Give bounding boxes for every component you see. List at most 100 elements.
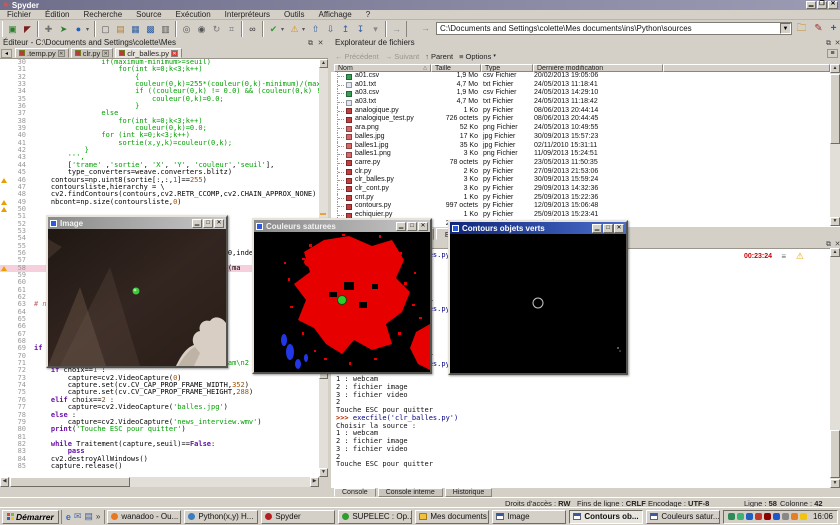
- minimize-icon[interactable]: ▁: [396, 222, 406, 231]
- scrollbar-thumb[interactable]: [830, 430, 840, 478]
- taskbar-button-couleurssatur[interactable]: Couleurs satur...: [646, 510, 720, 524]
- file-row-balles1.png[interactable]: balles1.png3 Kopng Fichier11/09/2013 15:…: [331, 150, 830, 159]
- tray-messenger-icon[interactable]: [773, 513, 780, 520]
- taskbar-button-image[interactable]: Image: [492, 510, 566, 524]
- find-in-files-icon[interactable]: ◉: [194, 22, 209, 36]
- tray-sound-icon[interactable]: [755, 513, 762, 520]
- console-options-icon[interactable]: ≡: [781, 252, 786, 261]
- internet-explorer-icon[interactable]: e: [66, 512, 71, 522]
- spyder-logo-icon[interactable]: ◤: [20, 22, 35, 36]
- replace-icon[interactable]: ↻: [209, 22, 224, 36]
- file-row-a03.txt[interactable]: a03.txt4,7 Motxt Fichier24/05/2013 11:18…: [331, 98, 830, 107]
- show-desktop-icon[interactable]: ▤: [84, 511, 93, 522]
- history-next-icon[interactable]: →: [389, 22, 404, 36]
- browse-folder-icon[interactable]: 🗀: [795, 22, 808, 35]
- more-tools-icon[interactable]: ▾: [368, 22, 383, 36]
- explorer-parent-button[interactable]: ↑Parent: [425, 52, 453, 61]
- taskbar-button-mesdocuments[interactable]: Mes documents: [415, 510, 489, 524]
- file-row-cnt.py[interactable]: cnt.py1 Kopy Fichier25/09/2013 15:22:36: [331, 194, 830, 203]
- open-file-icon[interactable]: ▤: [113, 22, 128, 36]
- warnings-icon[interactable]: ⚠: [287, 22, 302, 36]
- indent-more-icon[interactable]: ⇩: [323, 22, 338, 36]
- taskbar-clock[interactable]: 16:06: [809, 512, 833, 521]
- menu-interprteurs[interactable]: Interpréteurs: [218, 10, 277, 20]
- tray-network-icon[interactable]: [782, 513, 789, 520]
- combo-dropdown-button[interactable]: ▼: [780, 23, 791, 34]
- move-up-icon[interactable]: ↥: [338, 22, 353, 36]
- explorer-options-button[interactable]: ≡Options▾: [459, 52, 496, 61]
- save-all-icon[interactable]: ▩: [143, 22, 158, 36]
- console-scrollbar[interactable]: ▲ ▼: [830, 248, 840, 488]
- menu-affichage[interactable]: Affichage: [311, 10, 358, 20]
- file-row-clr.py[interactable]: clr.py2 Kopy Fichier27/09/2013 21:53:06: [331, 168, 830, 177]
- parent-directory-icon[interactable]: +: [827, 22, 840, 35]
- opencv-image-window[interactable]: Image ▁ □ ✕: [46, 215, 228, 368]
- dropdown-caret-icon[interactable]: ▾: [86, 26, 92, 33]
- working-directory-combo[interactable]: C:\Documents and Settings\colette\Mes do…: [436, 22, 792, 35]
- history-forward-icon[interactable]: →: [421, 23, 430, 33]
- tray-update-icon[interactable]: [737, 513, 744, 520]
- column-header-name[interactable]: Nom△: [334, 64, 431, 72]
- file-row-a01.txt[interactable]: a01.txt4,7 Motxt Fichier24/05/2013 11:18…: [331, 81, 830, 90]
- taskbar-button-wanadooou[interactable]: wanadoo - Ou...: [107, 510, 181, 524]
- opencv-contours-window[interactable]: Contours objets verts ▁ □ ✕: [448, 220, 628, 375]
- file-row-ara.png[interactable]: ara.png52 Kopng Fichier24/05/2013 10:49:…: [331, 124, 830, 133]
- file-row-clr_balles.py[interactable]: clr_balles.py3 Kopy Fichier30/09/2013 15…: [331, 176, 830, 185]
- mail-icon[interactable]: ✉: [74, 511, 82, 522]
- saturated-window-titlebar[interactable]: Couleurs saturees ▁ □ ✕: [254, 220, 430, 232]
- tab-close-icon[interactable]: ✕: [58, 50, 65, 57]
- tab-close-icon[interactable]: ✕: [171, 50, 178, 57]
- find-icon[interactable]: ◎: [179, 22, 194, 36]
- console-tab-historique[interactable]: Historique: [445, 488, 493, 497]
- contours-window-titlebar[interactable]: Contours objets verts ▁ □ ✕: [450, 222, 626, 234]
- close-button[interactable]: ✕: [828, 1, 838, 9]
- restore-button[interactable]: ❐: [817, 1, 827, 9]
- column-header-size[interactable]: Taille: [431, 64, 481, 72]
- explorer-scrollbar[interactable]: ▲ ▼: [830, 64, 840, 226]
- close-icon[interactable]: ✕: [418, 222, 428, 231]
- file-row-a01.csv[interactable]: a01.csv1,9 Mocsv Fichier20/02/2013 19:05…: [331, 72, 830, 81]
- maximize-icon[interactable]: □: [407, 222, 417, 231]
- tab-browse-icon[interactable]: ◂: [1, 49, 12, 58]
- close-icon[interactable]: ✕: [614, 224, 624, 233]
- file-row-analogique_test.py[interactable]: analogique_test.py726 octetspy Fichier08…: [331, 115, 830, 124]
- explorer-forward-button[interactable]: →Suivant: [385, 52, 420, 61]
- menu-?[interactable]: ?: [359, 10, 377, 20]
- tray-alert-icon[interactable]: [800, 513, 807, 520]
- file-row-balles.jpg[interactable]: balles.jpg17 Kojpg Fichier30/09/2013 15:…: [331, 133, 830, 142]
- taskbar-button-supelecop[interactable]: SUPELEC : Op...: [338, 510, 412, 524]
- indent-less-icon[interactable]: ⇧: [308, 22, 323, 36]
- tab-close-icon[interactable]: ✕: [102, 50, 109, 57]
- start-button[interactable]: Démarrer: [2, 510, 59, 524]
- menu-fichier[interactable]: Fichier: [0, 10, 38, 20]
- tray-display-icon[interactable]: [746, 513, 753, 520]
- tray-power-icon[interactable]: [791, 513, 798, 520]
- editor-tab-clrballespy[interactable]: clr_balles.py✕: [115, 48, 182, 58]
- menu-outils[interactable]: Outils: [277, 10, 311, 20]
- console-tab-consoleinterne[interactable]: Console interne: [378, 488, 443, 497]
- update-path-icon[interactable]: ➤: [56, 22, 71, 36]
- explorer-back-button[interactable]: ←Précédent: [335, 52, 379, 61]
- file-row-carre.py[interactable]: carre.py78 octetspy Fichier23/05/2013 11…: [331, 159, 830, 168]
- file-row-a03.csv[interactable]: a03.csv1,9 Mocsv Fichier24/05/2013 14:29…: [331, 89, 830, 98]
- close-icon[interactable]: ✕: [214, 219, 224, 228]
- taskbar-button-spyder[interactable]: Spyder: [261, 510, 335, 524]
- minimize-icon[interactable]: ▁: [592, 224, 602, 233]
- editor-horizontal-scrollbar[interactable]: ◀ ▶: [0, 477, 319, 487]
- maximize-icon[interactable]: □: [203, 219, 213, 228]
- run-icon[interactable]: ∞: [245, 22, 260, 36]
- opencv-saturated-window[interactable]: Couleurs saturees ▁ □ ✕: [252, 218, 432, 374]
- menu-source[interactable]: Source: [129, 10, 168, 20]
- menu-recherche[interactable]: Recherche: [76, 10, 129, 20]
- minimize-button[interactable]: ▁: [806, 1, 816, 9]
- quick-settings-icon[interactable]: ●: [71, 22, 86, 36]
- save-icon[interactable]: ▦: [128, 22, 143, 36]
- maximize-icon[interactable]: □: [603, 224, 613, 233]
- file-row-clr_cont.py[interactable]: clr_cont.py3 Kopy Fichier29/09/2013 14:3…: [331, 185, 830, 194]
- file-row-contours.py[interactable]: contours.py997 octetspy Fichier12/09/201…: [331, 202, 830, 211]
- minimize-icon[interactable]: ▁: [192, 219, 202, 228]
- menu-dition[interactable]: Édition: [38, 10, 76, 20]
- quicklaunch-more-icon[interactable]: »: [96, 512, 100, 521]
- preferences-icon[interactable]: ✚: [41, 22, 56, 36]
- print-icon[interactable]: ▥: [158, 22, 173, 36]
